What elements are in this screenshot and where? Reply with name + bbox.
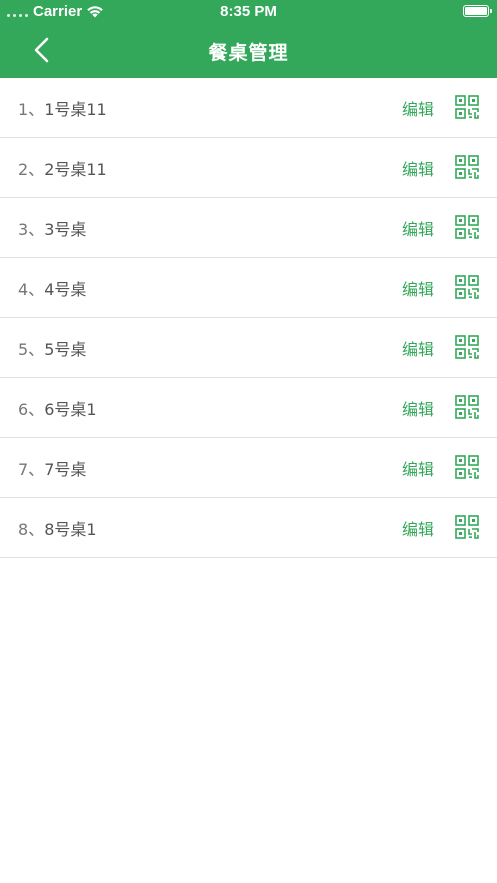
table-index: 6、	[18, 400, 45, 419]
table-name: 2号桌11	[44, 160, 107, 179]
qr-code-button[interactable]	[455, 515, 479, 539]
table-index: 2、	[18, 160, 45, 179]
qr-code-button[interactable]	[455, 215, 479, 239]
table-name-label: 2、2号桌11	[18, 156, 107, 180]
table-index: 8、	[18, 520, 45, 539]
edit-button[interactable]: 编辑	[402, 336, 434, 360]
table-name: 1号桌11	[44, 100, 107, 119]
qr-code-button[interactable]	[455, 275, 479, 299]
table-name: 4号桌	[44, 280, 87, 299]
battery-icon	[463, 5, 492, 17]
qr-code-icon	[455, 515, 479, 539]
table-row[interactable]: 3、3号桌 编辑	[0, 198, 497, 258]
table-list: 1、1号桌11 编辑 2、2号桌11 编辑 3、3号桌 编辑 4、4号桌 编辑 …	[0, 78, 497, 558]
table-name-label: 4、4号桌	[18, 276, 86, 300]
table-row[interactable]: 7、7号桌 编辑	[0, 438, 497, 498]
edit-button[interactable]: 编辑	[402, 516, 434, 540]
table-name-label: 7、7号桌	[18, 456, 86, 480]
table-name-label: 8、8号桌1	[18, 516, 97, 540]
edit-button[interactable]: 编辑	[402, 216, 434, 240]
qr-code-button[interactable]	[455, 95, 479, 119]
qr-code-button[interactable]	[455, 395, 479, 419]
table-index: 5、	[18, 340, 45, 359]
edit-button[interactable]: 编辑	[402, 396, 434, 420]
table-row[interactable]: 2、2号桌11 编辑	[0, 138, 497, 198]
edit-button[interactable]: 编辑	[402, 456, 434, 480]
table-index: 3、	[18, 220, 45, 239]
qr-code-button[interactable]	[455, 335, 479, 359]
table-row[interactable]: 6、6号桌1 编辑	[0, 378, 497, 438]
table-name-label: 1、1号桌11	[18, 96, 107, 120]
table-name: 7号桌	[44, 460, 87, 479]
qr-code-icon	[455, 455, 479, 479]
qr-code-icon	[455, 95, 479, 119]
qr-code-icon	[455, 275, 479, 299]
page-title: 餐桌管理	[208, 42, 289, 64]
qr-code-icon	[455, 395, 479, 419]
table-index: 7、	[18, 460, 45, 479]
table-name-label: 6、6号桌1	[18, 396, 97, 420]
table-index: 1、	[18, 100, 45, 119]
qr-code-icon	[455, 155, 479, 179]
table-name: 6号桌1	[44, 400, 97, 419]
table-name-label: 5、5号桌	[18, 336, 86, 360]
edit-button[interactable]: 编辑	[402, 276, 434, 300]
edit-button[interactable]: 编辑	[402, 156, 434, 180]
table-row[interactable]: 8、8号桌1 编辑	[0, 498, 497, 558]
table-row[interactable]: 5、5号桌 编辑	[0, 318, 497, 378]
table-name: 5号桌	[44, 340, 87, 359]
qr-code-button[interactable]	[455, 455, 479, 479]
table-row[interactable]: 1、1号桌11 编辑	[0, 78, 497, 138]
table-index: 4、	[18, 280, 45, 299]
table-name: 3号桌	[44, 220, 87, 239]
app-header: Carrier 8:35 PM 餐桌管理	[0, 0, 497, 78]
table-row[interactable]: 4、4号桌 编辑	[0, 258, 497, 318]
table-name: 8号桌1	[44, 520, 97, 539]
status-time: 8:35 PM	[220, 3, 277, 20]
table-name-label: 3、3号桌	[18, 216, 86, 240]
edit-button[interactable]: 编辑	[402, 96, 434, 120]
status-bar: Carrier 8:35 PM	[0, 0, 497, 24]
qr-code-icon	[455, 335, 479, 359]
qr-code-button[interactable]	[455, 155, 479, 179]
qr-code-icon	[455, 215, 479, 239]
